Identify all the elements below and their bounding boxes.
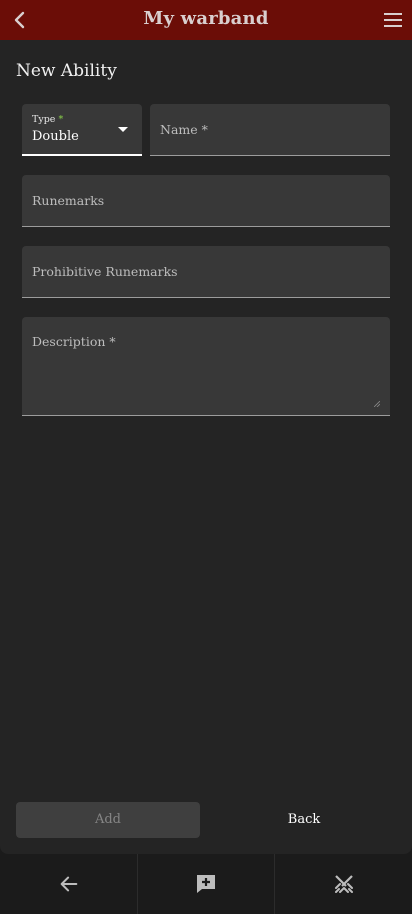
nav-add-note[interactable] xyxy=(137,854,274,914)
add-button[interactable]: Add xyxy=(16,802,200,838)
runemarks-label: Runemarks xyxy=(32,193,105,208)
nav-back[interactable] xyxy=(0,854,137,914)
page-title: New Ability xyxy=(16,61,117,81)
type-label: Type xyxy=(32,114,56,125)
app-bar: My warband xyxy=(0,0,412,40)
crossed-swords-icon xyxy=(334,875,353,893)
type-label-wrap: Type * xyxy=(32,114,63,125)
required-mark: * xyxy=(58,114,64,125)
type-select[interactable]: Type * Double xyxy=(22,104,142,156)
prohibitive-runemarks-field[interactable]: Prohibitive Runemarks xyxy=(22,246,390,298)
runemarks-field[interactable]: Runemarks xyxy=(22,175,390,227)
description-label-wrap: Description * xyxy=(32,334,116,349)
caret-down-icon xyxy=(118,127,128,132)
description-field[interactable]: Description * xyxy=(22,317,390,416)
required-mark: * xyxy=(201,122,208,137)
description-label: Description xyxy=(32,334,106,349)
bottom-navigation xyxy=(0,854,412,914)
hamburger-menu-icon[interactable] xyxy=(382,10,404,30)
resize-grip-icon[interactable] xyxy=(374,401,380,407)
comment-plus-icon xyxy=(197,875,215,893)
name-label: Name xyxy=(160,122,198,137)
app-title: My warband xyxy=(143,8,269,29)
type-value: Double xyxy=(32,129,79,144)
name-label-wrap: Name * xyxy=(160,122,208,137)
name-field[interactable]: Name * xyxy=(150,104,390,156)
back-button[interactable]: Back xyxy=(212,802,396,838)
nav-battle[interactable] xyxy=(274,854,412,914)
arrow-left-icon xyxy=(60,876,77,892)
prohibitive-runemarks-label: Prohibitive Runemarks xyxy=(32,264,178,279)
required-mark: * xyxy=(109,334,116,349)
form-sheet: New Ability Type * Double Name * Runemar… xyxy=(0,40,412,854)
